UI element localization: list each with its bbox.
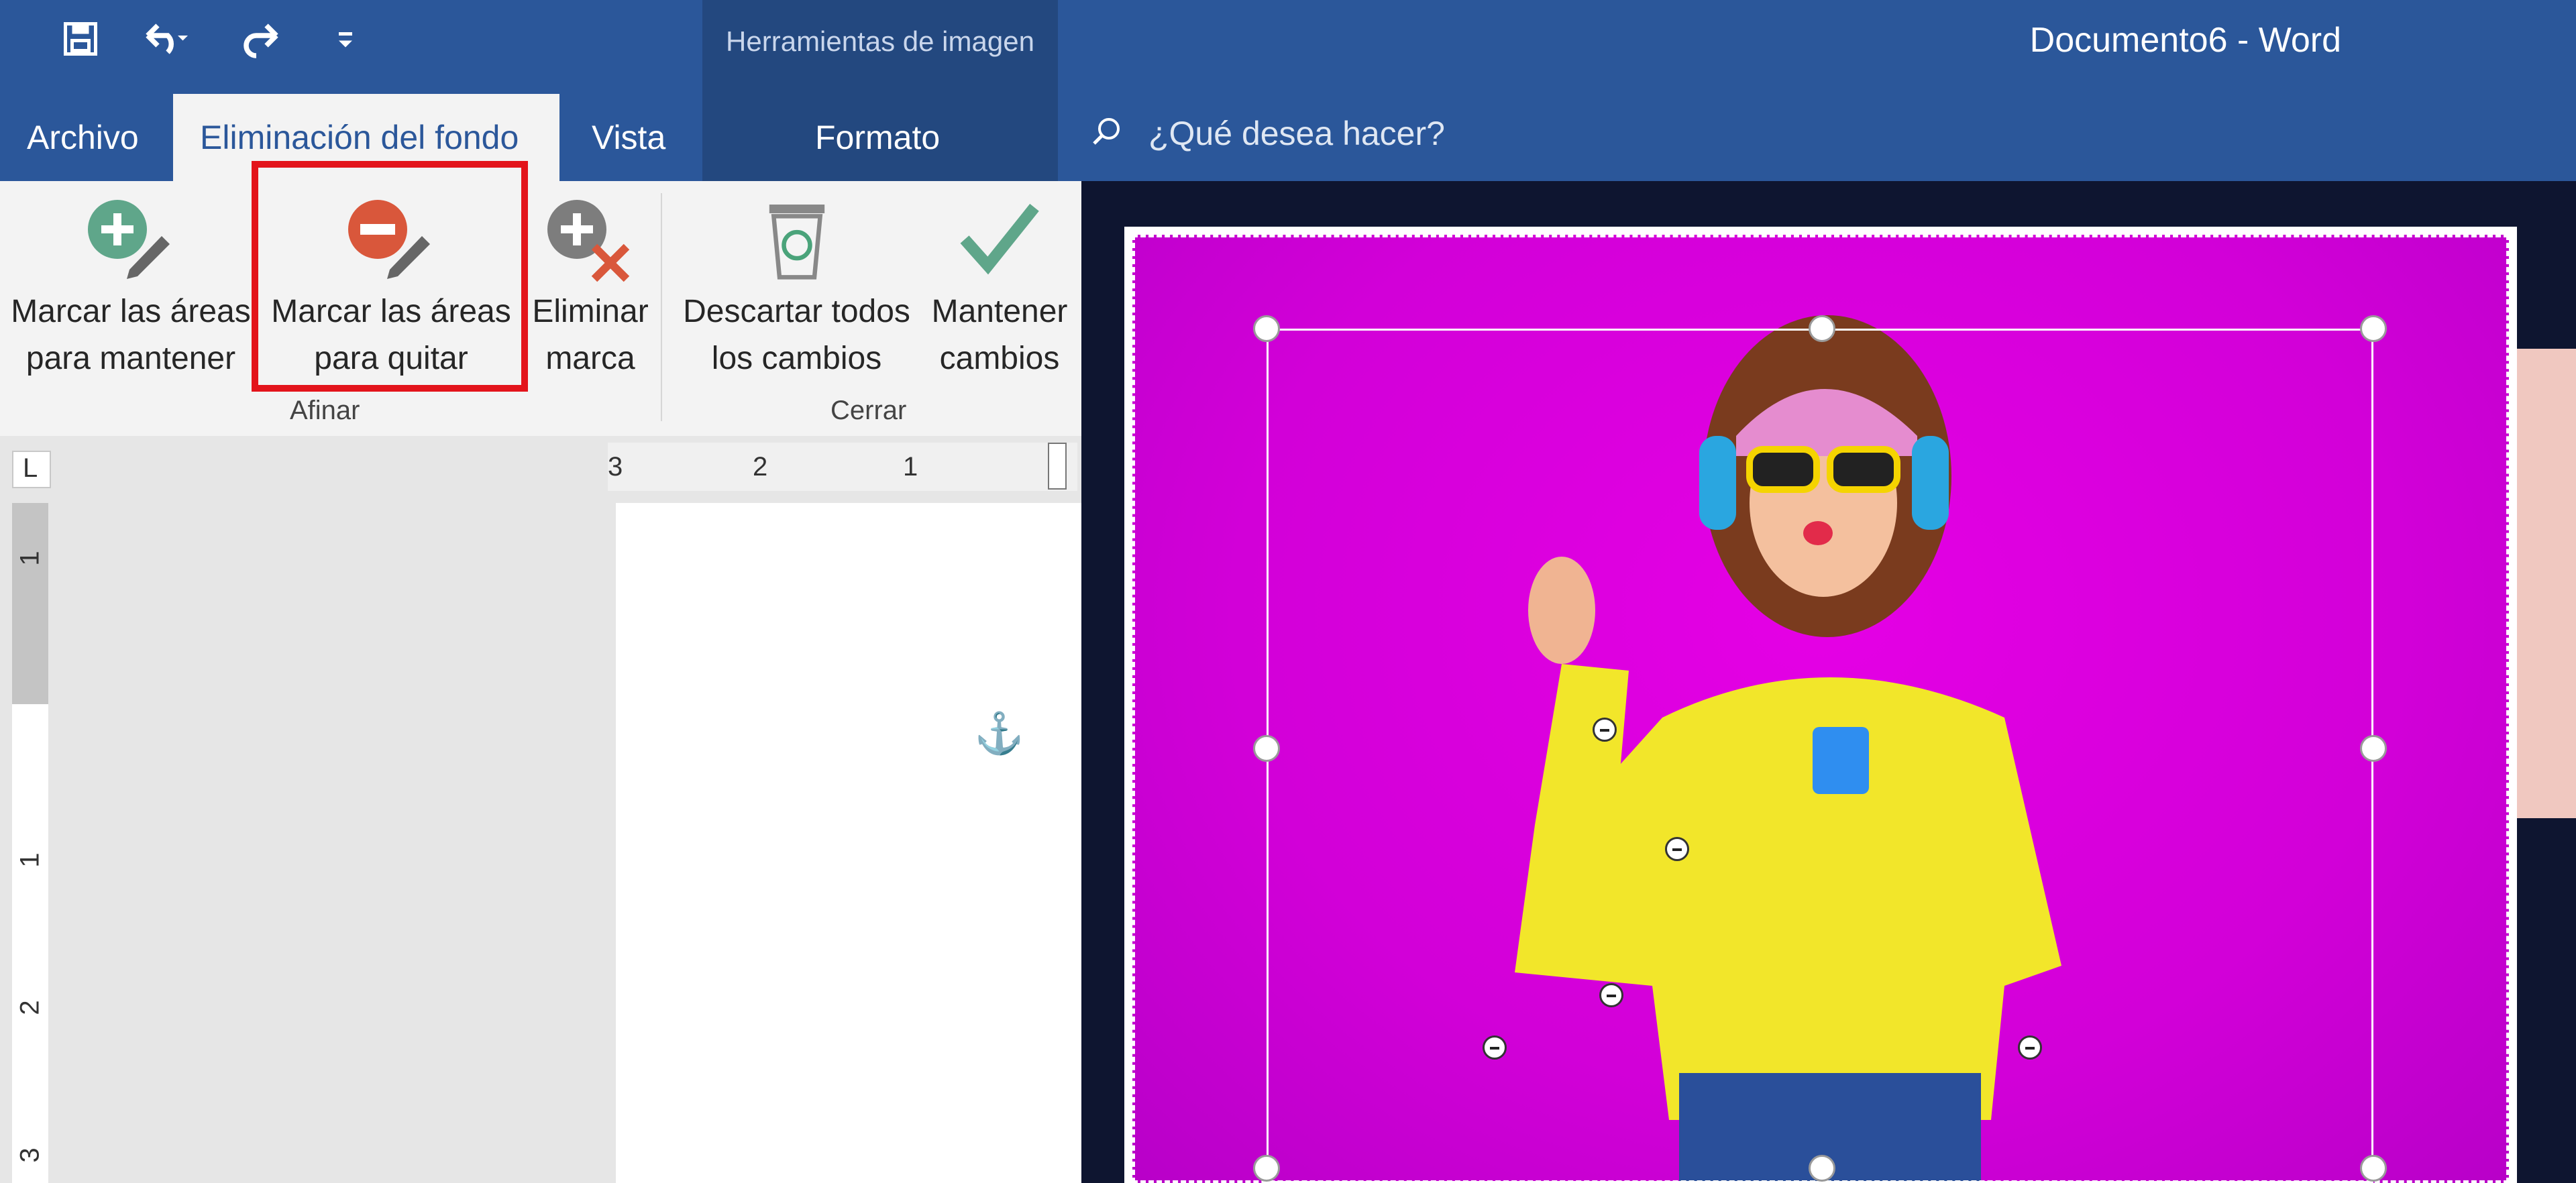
search-input[interactable]: ¿Qué desea hacer? <box>1148 114 1445 153</box>
background-removal-marquee[interactable] <box>1267 329 2373 1183</box>
resize-handle[interactable] <box>2360 315 2387 342</box>
keep-changes-button[interactable]: Mantener cambios <box>922 181 1077 396</box>
mark-keep-label-line1: Marcar las áreas <box>11 294 251 329</box>
tab-selector[interactable]: L <box>12 451 51 488</box>
ruler-label: 1 <box>15 551 45 566</box>
delete-mark-button[interactable]: Eliminar marca <box>523 181 657 396</box>
ruler-label: 1 <box>15 852 45 868</box>
document-title: Documento6 - Word <box>2029 21 2341 60</box>
plus-pencil-icon <box>88 200 170 279</box>
ruler-label: 1 <box>903 452 918 482</box>
mark-keep-label-line2: para mantener <box>25 341 236 376</box>
discard-all-changes-button[interactable]: Descartar todos los cambios <box>671 181 922 396</box>
delete-mark-icon <box>547 200 630 282</box>
horizontal-ruler[interactable]: 3 2 1 <box>608 443 1077 491</box>
ruler-label: 3 <box>608 452 623 482</box>
remove-mark-icon[interactable] <box>1599 983 1623 1007</box>
ruler-label: 3 <box>15 1147 45 1163</box>
background-edge <box>2517 349 2576 818</box>
search-icon[interactable] <box>1090 115 1122 148</box>
resize-handle[interactable] <box>1253 315 1280 342</box>
discard-label-line1: Descartar todos <box>683 294 910 329</box>
delete-mark-label-line1: Eliminar <box>532 294 649 329</box>
redo-icon[interactable] <box>241 19 284 72</box>
qat-dropdown-icon[interactable] <box>335 19 356 70</box>
context-group-label: Herramientas de imagen <box>726 25 1034 57</box>
group-label-cerrar: Cerrar <box>830 396 907 425</box>
remove-mark-icon[interactable] <box>2018 1035 2042 1060</box>
remove-mark-icon[interactable] <box>1665 837 1689 861</box>
resize-handle[interactable] <box>2360 735 2387 762</box>
delete-mark-label-line2: marca <box>545 341 635 376</box>
resize-handle[interactable] <box>1253 1155 1280 1182</box>
discard-label-line2: los cambios <box>711 341 882 376</box>
remove-mark-icon[interactable] <box>1593 718 1617 742</box>
tab-eliminacion-del-fondo[interactable]: Eliminación del fondo <box>200 118 519 157</box>
remove-mark-icon[interactable] <box>1483 1035 1507 1060</box>
tab-formato[interactable]: Formato <box>815 118 940 157</box>
keep-label-line2: cambios <box>939 341 1060 376</box>
highlight-annotation <box>252 161 528 392</box>
resize-handle[interactable] <box>1253 735 1280 762</box>
resize-handle[interactable] <box>1809 1155 1835 1182</box>
save-icon[interactable] <box>60 19 101 72</box>
recycle-bin-icon <box>769 205 824 280</box>
indent-marker[interactable] <box>1048 443 1067 490</box>
tab-vista[interactable]: Vista <box>592 118 665 157</box>
ruler-label: 2 <box>15 1000 45 1015</box>
group-label-afinar: Afinar <box>290 396 360 425</box>
undo-icon[interactable] <box>141 19 188 72</box>
resize-handle[interactable] <box>1809 315 1835 342</box>
tab-archivo[interactable]: Archivo <box>27 118 139 157</box>
ribbon: Marcar las áreas para mantener Marcar las… <box>0 181 1081 437</box>
tab-selector-symbol: L <box>23 453 38 483</box>
vertical-ruler-margin <box>12 503 48 704</box>
anchor-icon[interactable]: ⚓ <box>974 710 1024 757</box>
checkmark-icon <box>960 203 1039 275</box>
group-separator <box>661 193 662 421</box>
keep-label-line1: Mantener <box>931 294 1068 329</box>
mark-areas-to-keep-button[interactable]: Marcar las áreas para mantener <box>7 181 255 396</box>
ruler-label: 2 <box>753 452 768 482</box>
resize-handle[interactable] <box>2360 1155 2387 1182</box>
document-page[interactable] <box>616 503 1081 1183</box>
